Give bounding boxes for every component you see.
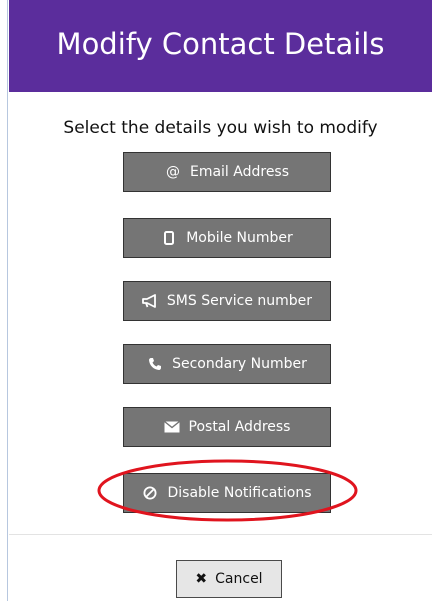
postal-address-button[interactable]: Postal Address — [123, 407, 331, 447]
envelope-icon — [163, 419, 180, 435]
disable-notifications-button[interactable]: Disable Notifications — [123, 473, 331, 513]
button-label: SMS Service number — [166, 293, 313, 309]
close-icon: ✖ — [195, 571, 208, 587]
button-label: Secondary Number — [172, 356, 307, 372]
mobile-icon — [161, 230, 177, 246]
button-label: Email Address — [189, 164, 290, 180]
ban-icon — [142, 485, 158, 501]
at-icon: @ — [165, 164, 180, 180]
email-address-button[interactable]: @ Email Address — [123, 152, 331, 192]
button-label: Disable Notifications — [167, 485, 312, 501]
phone-icon — [147, 356, 163, 372]
secondary-number-button[interactable]: Secondary Number — [123, 344, 331, 384]
footer-divider — [9, 534, 432, 535]
mobile-number-button[interactable]: Mobile Number — [123, 218, 331, 258]
bullhorn-icon — [142, 293, 158, 309]
dialog-title: Modify Contact Details — [56, 27, 385, 61]
sms-service-number-button[interactable]: SMS Service number — [123, 281, 331, 321]
button-label: Postal Address — [188, 419, 291, 435]
dialog-header: Modify Contact Details — [9, 0, 432, 92]
instruction-text: Select the details you wish to modify — [63, 118, 378, 138]
window-left-edge — [0, 0, 8, 601]
cancel-button[interactable]: ✖ Cancel — [176, 560, 282, 598]
button-label: Mobile Number — [186, 230, 293, 246]
modify-contact-dialog: Modify Contact Details Select the detail… — [0, 0, 432, 601]
cancel-label: Cancel — [215, 571, 263, 587]
